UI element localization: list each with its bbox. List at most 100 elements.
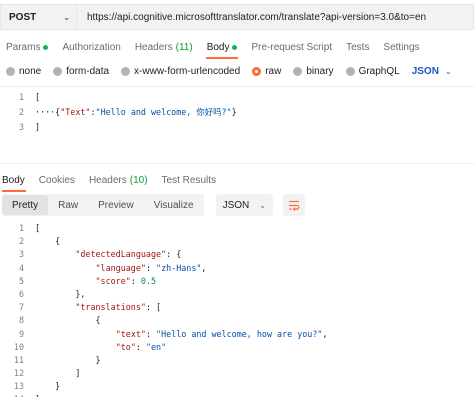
code-line: 2 { xyxy=(0,235,474,248)
line-number: 4 xyxy=(18,262,24,273)
json-string: "Hello and welcome, how are you?" xyxy=(156,328,323,339)
wrap-lines-icon xyxy=(288,200,300,211)
code-line: 13 } xyxy=(0,380,474,393)
wrap-lines-button[interactable] xyxy=(282,194,305,216)
json-key: "score" xyxy=(95,275,131,286)
tab-response-headers[interactable]: Headers (10) xyxy=(82,169,155,191)
tab-tests[interactable]: Tests xyxy=(339,36,376,58)
json-string: "zh-Hans" xyxy=(156,262,202,273)
json-key: "Text" xyxy=(60,106,91,117)
body-type-options: none form-data x-www-form-urlencoded raw… xyxy=(0,61,452,81)
tab-settings[interactable]: Settings xyxy=(376,36,426,58)
tab-test-results-label: Test Results xyxy=(161,174,217,186)
tab-pre-request-script[interactable]: Pre-request Script xyxy=(244,36,339,58)
request-tabs: Params Authorization Headers (11) Body P… xyxy=(0,36,427,59)
view-visualize-button[interactable]: Visualize xyxy=(144,195,204,215)
line-number: 3 xyxy=(18,121,24,132)
code-line: 8 { xyxy=(0,314,474,327)
body-type-label: binary xyxy=(306,65,334,77)
body-type-graphql[interactable]: GraphQL xyxy=(340,66,406,77)
code-line: 12 ] xyxy=(0,367,474,380)
line-number: 2 xyxy=(18,106,24,117)
tab-headers[interactable]: Headers (11) xyxy=(128,36,200,58)
response-tabs: Body Cookies Headers (10) Test Results xyxy=(0,169,223,192)
view-raw-button[interactable]: Raw xyxy=(48,195,88,215)
method-select[interactable]: POST ⌄ xyxy=(0,4,76,30)
tab-response-headers-label: Headers xyxy=(88,174,127,186)
tab-tests-label: Tests xyxy=(346,41,370,53)
raw-language-label: JSON xyxy=(411,65,439,77)
response-format-label: JSON xyxy=(222,199,250,211)
line-number: 1 xyxy=(18,92,24,102)
line-number: 14 xyxy=(0,393,24,397)
chevron-down-icon: ⌄ xyxy=(444,66,452,76)
json-string: "en" xyxy=(145,341,167,352)
code-line: 3 ] xyxy=(0,120,474,135)
view-pretty-button[interactable]: Pretty xyxy=(2,195,49,215)
response-format-select[interactable]: JSON ⌄ xyxy=(215,194,273,216)
body-type-urlencoded[interactable]: x-www-form-urlencoded xyxy=(115,66,246,77)
json-key: "detectedLanguage" xyxy=(75,249,167,260)
code-line: 1 [ xyxy=(0,90,474,105)
tab-params[interactable]: Params xyxy=(0,36,55,58)
request-code: 1 [ 2 ····{"Text": "Hello and welcome, 你好… xyxy=(0,87,474,135)
json-string: "Hello and welcome, 你好吗?" xyxy=(95,106,232,117)
params-status-dot-icon xyxy=(43,44,49,50)
body-type-label: x-www-form-urlencoded xyxy=(134,65,241,77)
radio-icon xyxy=(6,66,15,76)
line-number: 8 xyxy=(18,315,24,326)
tab-cookies-label: Cookies xyxy=(38,174,75,186)
response-headers-count-badge: (10) xyxy=(129,174,148,186)
json-key: "to" xyxy=(115,341,136,352)
radio-icon xyxy=(53,66,63,76)
body-type-none[interactable]: none xyxy=(0,66,47,77)
code-line: 14] xyxy=(0,393,474,397)
tab-params-label: Params xyxy=(6,41,41,53)
code-text: [ xyxy=(35,92,41,102)
request-body-editor[interactable]: 1 [ 2 ····{"Text": "Hello and welcome, 你好… xyxy=(0,86,474,164)
response-body-viewer[interactable]: 1[ 2 { 3 "detectedLanguage": { 4 "langua… xyxy=(0,222,474,397)
line-number: 9 xyxy=(18,328,24,339)
code-line: 9 "text": "Hello and welcome, how are yo… xyxy=(0,328,474,341)
raw-language-select[interactable]: JSON ⌄ xyxy=(406,66,452,77)
code-line: 10 "to": "en" xyxy=(0,341,474,354)
radio-icon xyxy=(293,66,303,76)
response-toolbar: Pretty Raw Preview Visualize JSON ⌄ xyxy=(2,194,305,216)
json-key: "text" xyxy=(115,328,146,339)
tab-settings-label: Settings xyxy=(383,41,420,53)
body-type-label: form-data xyxy=(66,65,110,77)
code-line: 5 "score": 0.5 xyxy=(0,275,474,288)
tab-headers-label: Headers xyxy=(134,41,173,53)
url-input[interactable]: https://api.cognitive.microsofttranslato… xyxy=(76,4,474,30)
view-preview-button[interactable]: Preview xyxy=(88,195,144,215)
line-number: 6 xyxy=(18,288,24,299)
body-type-form-data[interactable]: form-data xyxy=(47,66,115,77)
json-number: 0.5 xyxy=(140,275,157,286)
headers-count-badge: (11) xyxy=(175,41,193,53)
tab-test-results[interactable]: Test Results xyxy=(155,169,223,191)
line-number: 1 xyxy=(18,223,24,233)
body-type-label: raw xyxy=(265,65,282,77)
body-type-raw[interactable]: raw xyxy=(246,66,287,77)
tab-pre-request-label: Pre-request Script xyxy=(251,41,333,53)
radio-selected-icon xyxy=(252,66,262,76)
chevron-down-icon: ⌄ xyxy=(63,12,70,22)
code-line: 1[ xyxy=(0,222,474,235)
response-code: 1[ 2 { 3 "detectedLanguage": { 4 "langua… xyxy=(0,222,474,397)
tab-authorization-label: Authorization xyxy=(62,41,121,53)
body-type-label: GraphQL xyxy=(358,65,400,77)
line-number: 12 xyxy=(13,368,24,379)
tab-response-body-label: Body xyxy=(2,174,25,186)
tab-response-body[interactable]: Body xyxy=(0,169,32,192)
tab-cookies[interactable]: Cookies xyxy=(32,169,82,191)
line-number: 2 xyxy=(18,236,24,247)
tab-body[interactable]: Body xyxy=(200,36,245,59)
json-key: "language" xyxy=(95,262,146,273)
body-type-label: none xyxy=(19,65,42,77)
line-number: 7 xyxy=(18,302,24,313)
code-line: 11 } xyxy=(0,354,474,367)
code-text: ] xyxy=(35,121,41,132)
tab-authorization[interactable]: Authorization xyxy=(55,36,127,58)
response-view-switch: Pretty Raw Preview Visualize xyxy=(2,194,204,216)
body-type-binary[interactable]: binary xyxy=(287,66,339,77)
